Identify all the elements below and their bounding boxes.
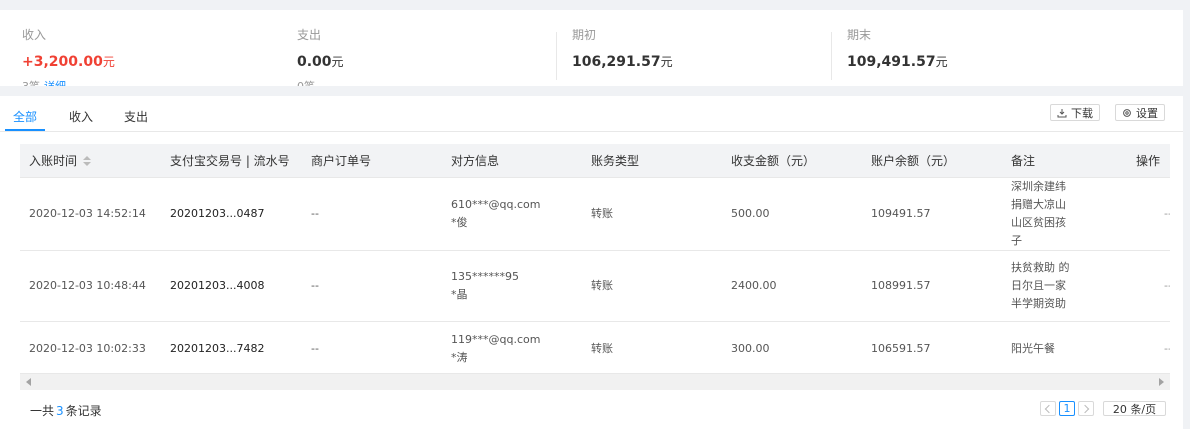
summary-card: 收入 +3,200.00元 3笔详细 支出 0.00元 0笔 期初 106,29… <box>0 10 1183 86</box>
cell-amount: 300.00 <box>722 321 862 377</box>
download-icon <box>1057 108 1067 117</box>
cell-remark: 扶贫救助 的日尔且一家 半学期资助 <box>1002 250 1127 322</box>
opening-label: 期初 <box>572 28 597 42</box>
opening-value: 106,291.57元 <box>572 54 673 70</box>
tab-expense[interactable]: 支出 <box>124 108 148 125</box>
records-table: 入账时间 支付宝交易号 | 流水号 商户订单号 对方信息 账务类型 收支金额（元… <box>20 144 1170 390</box>
col-amount: 收支金额（元） <box>722 144 862 178</box>
opening-stat: 期初 106,291.57元 <box>572 26 673 70</box>
cell-time: 2020-12-03 10:48:44 <box>20 250 161 322</box>
income-stat: 收入 +3,200.00元 3笔详细 <box>22 26 115 86</box>
cell-op[interactable]: -- <box>1127 177 1170 251</box>
closing-stat: 期末 109,491.57元 <box>847 26 948 70</box>
cell-serial: 20201203...0487 <box>161 177 302 251</box>
cell-time: 2020-12-03 14:52:14 <box>20 177 161 251</box>
cell-type: 转账 <box>582 321 722 377</box>
table-row: 2020-12-03 10:02:33 20201203...7482 -- 1… <box>20 321 1170 377</box>
cell-balance: 108991.57 <box>862 250 1002 322</box>
next-page-button[interactable] <box>1078 401 1094 416</box>
cell-serial: 20201203...7482 <box>161 321 302 377</box>
tab-active-indicator <box>5 129 45 131</box>
cell-party: 135******95 *晶 <box>442 250 582 322</box>
col-type: 账务类型 <box>582 144 722 178</box>
cell-order: -- <box>302 250 442 322</box>
chevron-right-icon <box>1080 404 1090 413</box>
closing-label: 期末 <box>847 28 872 42</box>
scroll-right-arrow[interactable] <box>1159 378 1164 386</box>
col-op: 操作 <box>1127 144 1170 178</box>
cell-amount: 500.00 <box>722 177 862 251</box>
page-1-button[interactable]: 1 <box>1059 401 1075 416</box>
divider <box>556 32 557 80</box>
cell-remark: 深圳余建纬捐赠大凉山山区贫困孩子 <box>1002 177 1127 251</box>
total-records: 一共 3 条记录 <box>30 404 102 418</box>
tab-bar: 全部 收入 支出 下载 设置 <box>0 96 1183 132</box>
col-time[interactable]: 入账时间 <box>20 144 161 178</box>
divider <box>831 32 832 80</box>
download-button[interactable]: 下载 <box>1050 104 1100 121</box>
col-order: 商户订单号 <box>302 144 442 178</box>
income-count: 3笔详细 <box>22 78 115 86</box>
cell-serial: 20201203...4008 <box>161 250 302 322</box>
cell-amount: 2400.00 <box>722 250 862 322</box>
closing-value: 109,491.57元 <box>847 54 948 70</box>
scroll-left-arrow[interactable] <box>26 378 31 386</box>
tab-all[interactable]: 全部 <box>13 108 37 125</box>
cell-order: -- <box>302 177 442 251</box>
table-row: 2020-12-03 10:48:44 20201203...4008 -- 1… <box>20 250 1170 322</box>
settings-label: 设置 <box>1136 106 1158 120</box>
table-row: 2020-12-03 14:52:14 20201203...0487 -- 6… <box>20 177 1170 251</box>
expense-stat: 支出 0.00元 0笔 <box>297 26 344 86</box>
cell-type: 转账 <box>582 177 722 251</box>
cell-remark: 阳光午餐 <box>1002 321 1127 377</box>
scrollbar-thumb[interactable] <box>37 377 1153 388</box>
cell-type: 转账 <box>582 250 722 322</box>
sort-icon[interactable] <box>83 156 92 167</box>
cell-op[interactable]: -- <box>1127 321 1170 377</box>
tab-income[interactable]: 收入 <box>69 108 93 125</box>
cell-order: -- <box>302 321 442 377</box>
col-remark: 备注 <box>1002 144 1127 178</box>
income-label: 收入 <box>22 28 47 42</box>
income-value: +3,200.00元 <box>22 54 115 70</box>
horizontal-scrollbar[interactable] <box>20 373 1170 390</box>
income-detail-link[interactable]: 详细 <box>44 80 66 86</box>
col-serial: 支付宝交易号 | 流水号 <box>161 144 302 178</box>
expense-count: 0笔 <box>297 78 344 86</box>
cell-op[interactable]: -- <box>1127 250 1170 322</box>
cell-balance: 109491.57 <box>862 177 1002 251</box>
settings-button[interactable]: 设置 <box>1115 104 1165 121</box>
cell-balance: 106591.57 <box>862 321 1002 377</box>
expense-label: 支出 <box>297 28 322 42</box>
expense-value: 0.00元 <box>297 54 344 70</box>
table-header-row: 入账时间 支付宝交易号 | 流水号 商户订单号 对方信息 账务类型 收支金额（元… <box>20 144 1170 178</box>
prev-page-button[interactable] <box>1040 401 1056 416</box>
page-size-select[interactable]: 20 条/页 <box>1103 401 1166 416</box>
col-balance: 账户余额（元） <box>862 144 1002 178</box>
gear-icon <box>1123 108 1131 117</box>
cell-time: 2020-12-03 10:02:33 <box>20 321 161 377</box>
chevron-left-icon <box>1044 404 1054 413</box>
records-panel: 全部 收入 支出 下载 设置 入账时间 支付宝交易号 | 流水号 商户订单号 对 <box>0 96 1183 429</box>
cell-party: 610***@qq.com *俊 <box>442 177 582 251</box>
col-party: 对方信息 <box>442 144 582 178</box>
download-label: 下载 <box>1071 106 1093 120</box>
cell-party: 119***@qq.com *涛 <box>442 321 582 377</box>
